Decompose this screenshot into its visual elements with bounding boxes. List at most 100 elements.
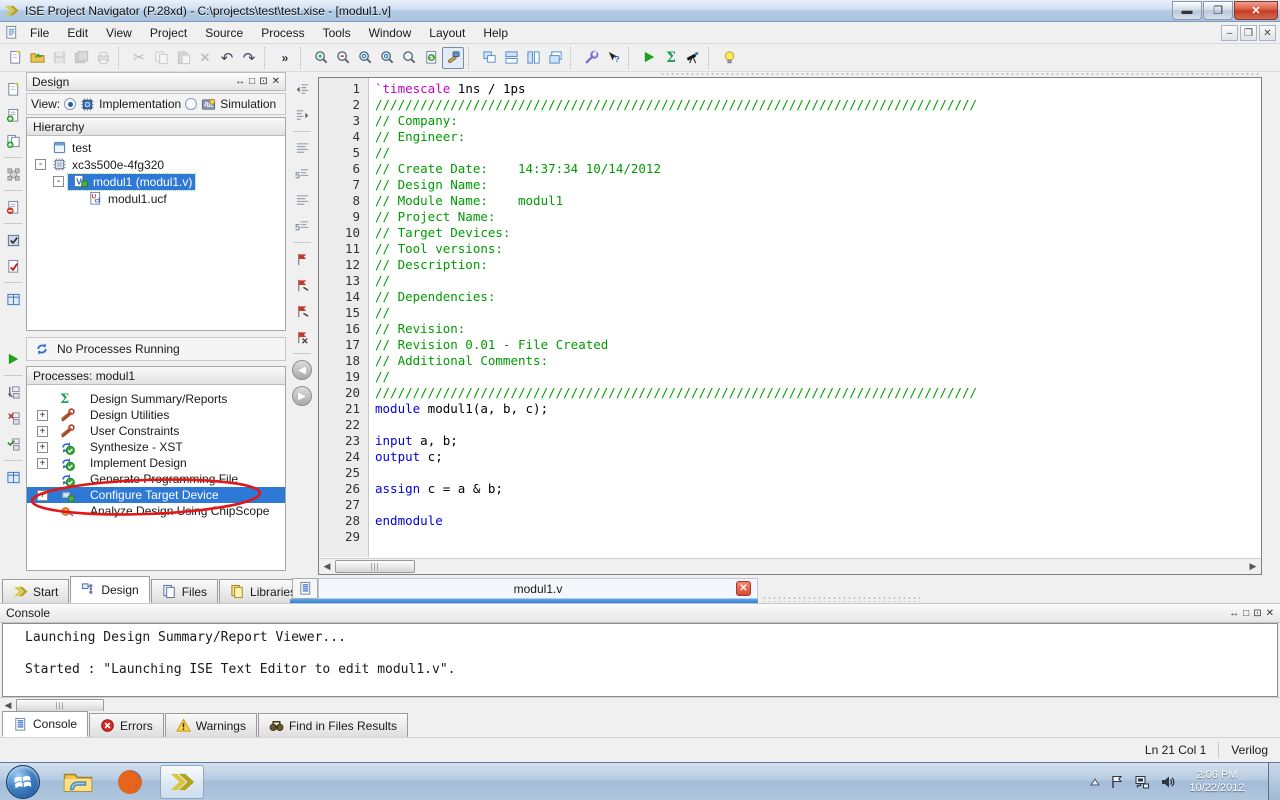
code-line[interactable]: 24output c; (319, 449, 1261, 465)
zoom-full-icon[interactable] (354, 47, 376, 69)
console-header[interactable]: Console ↔ □ ⊡ ✕ (0, 603, 1280, 623)
add-copy-source-icon[interactable] (2, 130, 24, 152)
paste-icon[interactable] (172, 47, 194, 69)
tab-start[interactable]: Start (2, 579, 69, 603)
console-float-icon[interactable]: ↔ (1229, 608, 1239, 619)
code-line[interactable]: 28endmodule (319, 513, 1261, 529)
editor-hscroll-thumb[interactable]: ||| (335, 560, 415, 573)
hierarchy-item-modul1-ucf[interactable]: Ucfmodul1.ucf (27, 190, 285, 207)
toolbar-overflow-icon[interactable]: » (274, 47, 296, 69)
process-item-design-summary-reports[interactable]: ΣDesign Summary/Reports (27, 391, 285, 407)
code-line[interactable]: 6// Create Date: 14:37:34 10/14/2012 (319, 161, 1261, 177)
scroll-right-icon[interactable]: ▶ (1245, 559, 1261, 574)
code-line[interactable]: 2///////////////////////////////////////… (319, 97, 1261, 113)
simulation-radio[interactable] (185, 98, 197, 110)
code-line[interactable]: 19// (319, 369, 1261, 385)
console-tab-warnings[interactable]: Warnings (165, 713, 257, 737)
action-center-flag-icon[interactable] (1110, 774, 1124, 790)
code-line[interactable]: 15// (319, 305, 1261, 321)
run-icon[interactable] (638, 47, 660, 69)
new-file-icon[interactable] (4, 47, 26, 69)
window-tile-v-icon[interactable] (522, 47, 544, 69)
panel-float-icon[interactable]: ↔ (235, 76, 245, 87)
nav-forward-icon[interactable]: ▶ (291, 385, 313, 407)
menu-layout[interactable]: Layout (420, 23, 474, 43)
process-item-synthesize-xst[interactable]: +Synthesize - XST (27, 439, 285, 455)
mdi-restore-button[interactable]: ❐ (1240, 25, 1257, 41)
save-all-icon[interactable] (70, 47, 92, 69)
code-line[interactable]: 21module modul1(a, b, c); (319, 401, 1261, 417)
open-file-icon[interactable] (26, 47, 48, 69)
run-process-icon[interactable] (2, 348, 24, 370)
code-line[interactable]: 12// Description: (319, 257, 1261, 273)
code-line[interactable]: 22 (319, 417, 1261, 433)
menu-edit[interactable]: Edit (58, 23, 97, 43)
mdi-minimize-button[interactable]: – (1221, 25, 1238, 41)
minimize-button[interactable]: ▬ (1172, 1, 1202, 20)
tree-expander-icon[interactable]: - (35, 159, 46, 170)
process-item-design-utilities[interactable]: +Design Utilities (27, 407, 285, 423)
hierarchy-item-xc3s500e-4fg320[interactable]: -xc3s500e-4fg320 (27, 156, 285, 173)
lightbulb-icon[interactable] (718, 47, 740, 69)
code-line[interactable]: 3// Company: (319, 113, 1261, 129)
delete-icon[interactable]: ✕ (194, 47, 216, 69)
processes-header[interactable]: Processes: modul1 (27, 367, 285, 385)
tree-expander-icon[interactable]: + (37, 458, 48, 469)
code-line[interactable]: 1`timescale 1ns / 1ps (319, 81, 1261, 97)
zoom-in-icon[interactable] (310, 47, 332, 69)
menu-file[interactable]: File (21, 23, 58, 43)
code-line[interactable]: 17// Revision 0.01 - File Created (319, 337, 1261, 353)
window-tile-h-icon[interactable] (500, 47, 522, 69)
refresh-icon[interactable] (420, 47, 442, 69)
zoom-out-icon[interactable] (332, 47, 354, 69)
process-item-analyze-design-using-chipscope[interactable]: Analyze Design Using ChipScope (27, 503, 285, 519)
menu-window[interactable]: Window (360, 23, 421, 43)
rerun-process-icon[interactable] (2, 381, 24, 403)
process-item-implement-design[interactable]: +Implement Design (27, 455, 285, 471)
add-source-icon[interactable] (2, 104, 24, 126)
window-float-icon[interactable] (544, 47, 566, 69)
hierarchy-header[interactable]: Hierarchy (27, 118, 285, 136)
start-button[interactable] (6, 765, 40, 799)
explorer-taskbar-icon[interactable] (56, 765, 100, 799)
tree-expander-icon[interactable]: + (37, 442, 48, 453)
uncomment-lines-icon[interactable] (291, 189, 313, 211)
chip-check-icon[interactable] (2, 229, 24, 251)
console-output[interactable]: Launching Design Summary/Report Viewer..… (2, 623, 1278, 697)
stop-process-icon[interactable] (2, 407, 24, 429)
implement-tools-icon[interactable] (442, 47, 464, 69)
analyzer-icon[interactable] (682, 47, 704, 69)
indent-icon[interactable] (291, 104, 313, 126)
show-desktop-button[interactable] (1268, 763, 1280, 800)
code-line[interactable]: 14// Dependencies: (319, 289, 1261, 305)
menu-help[interactable]: Help (474, 23, 517, 43)
hierarchy-item-modul1-modul1-v[interactable]: -Vmodul1 (modul1.v) (27, 173, 285, 190)
undo-icon[interactable]: ↶ (216, 47, 238, 69)
process-item-user-constraints[interactable]: +User Constraints (27, 423, 285, 439)
code-line[interactable]: 9// Project Name: (319, 209, 1261, 225)
tree-expander-icon[interactable]: + (37, 410, 48, 421)
menu-process[interactable]: Process (252, 23, 313, 43)
code-line[interactable]: 26assign c = a & b; (319, 481, 1261, 497)
design-panel-header[interactable]: Design ↔ □ ⊡ ✕ (26, 72, 286, 91)
zoom-region-icon[interactable] (376, 47, 398, 69)
console-tab-console[interactable]: Console (2, 711, 88, 737)
code-line[interactable]: 18// Additional Comments: (319, 353, 1261, 369)
bookmark-clear-icon[interactable] (291, 326, 313, 348)
window-cascade-icon[interactable] (478, 47, 500, 69)
panel-close-icon[interactable]: ✕ (272, 76, 280, 87)
tab-files[interactable]: Files (151, 579, 218, 603)
code-line[interactable]: 7// Design Name: (319, 177, 1261, 193)
editor-hscrollbar[interactable]: ◀ ||| ▶ (319, 558, 1261, 574)
code-line[interactable]: 23input a, b; (319, 433, 1261, 449)
menu-view[interactable]: View (97, 23, 141, 43)
console-tab-errors[interactable]: Errors (89, 713, 164, 737)
process-item-generate-programming-file[interactable]: Generate Programming File (27, 471, 285, 487)
code-line[interactable]: 5// (319, 145, 1261, 161)
new-source-icon[interactable] (2, 78, 24, 100)
comment-five-icon[interactable]: 5 (291, 163, 313, 185)
uncomment-five-icon[interactable]: 5 (291, 215, 313, 237)
menu-tools[interactable]: Tools (314, 23, 360, 43)
restore-button[interactable]: ❐ (1203, 1, 1233, 20)
mdi-close-button[interactable]: ✕ (1259, 25, 1276, 41)
